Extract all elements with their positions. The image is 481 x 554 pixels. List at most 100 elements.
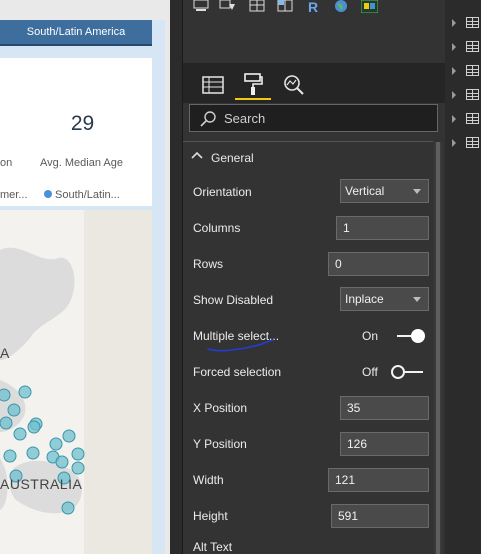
toggle-knob — [391, 365, 405, 379]
table-icon — [466, 65, 479, 76]
r-script-visual-icon[interactable]: R — [306, 0, 323, 13]
field-table-item[interactable] — [445, 63, 481, 79]
map-marker — [27, 420, 41, 434]
expand-arrow-icon — [452, 91, 456, 99]
field-table-item[interactable] — [445, 87, 481, 103]
multiple-select-state: On — [362, 329, 379, 343]
tab-fields[interactable] — [195, 70, 231, 100]
globe-visual-icon[interactable] — [333, 0, 350, 13]
pane-scrollbar[interactable] — [434, 142, 442, 554]
x-position-label: X Position — [193, 401, 248, 415]
map-marker — [0, 416, 13, 430]
map-marker — [71, 447, 85, 461]
legend-fragment: mer... — [0, 189, 28, 201]
rows-label: Rows — [193, 257, 224, 271]
legend-item[interactable]: South/Latin... — [44, 189, 120, 201]
forced-selection-toggle[interactable] — [391, 364, 425, 380]
kpi-value: 29 — [70, 112, 95, 135]
orientation-label: Orientation — [193, 185, 252, 199]
report-canvas: South/Latin America 29 on Avg. Median Ag… — [0, 0, 170, 554]
map-marker — [7, 403, 21, 417]
map-marker — [18, 385, 32, 399]
report-card: South/Latin America 29 on Avg. Median Ag… — [0, 20, 165, 554]
map-marker — [49, 437, 63, 451]
underline-annotation — [207, 339, 274, 352]
map-ocean-band — [84, 210, 152, 554]
map-region-label-australia: AUSTRALIA — [0, 476, 83, 492]
map-marker — [62, 429, 76, 443]
visual-type-strip: R — [183, 0, 446, 18]
section-general-header[interactable]: General — [183, 141, 433, 171]
expand-arrow-icon — [452, 139, 456, 147]
width-input[interactable]: 121 — [328, 468, 429, 492]
visualizations-pane: R General Orientation Vertical Columns 1… — [182, 0, 446, 554]
expand-arrow-icon — [452, 115, 456, 123]
map-region-label: A — [0, 345, 10, 361]
map-marker — [0, 388, 11, 402]
tab-format[interactable] — [235, 70, 271, 100]
width-label: Width — [193, 473, 224, 487]
search-input[interactable] — [224, 109, 424, 127]
search-icon — [200, 111, 216, 127]
table-icon — [466, 17, 479, 28]
field-table-item[interactable] — [445, 135, 481, 151]
rows-input[interactable]: 0 — [328, 252, 429, 276]
table-icon — [466, 113, 479, 124]
section-title: General — [211, 151, 254, 165]
magnifier-chart-icon — [284, 75, 304, 95]
map-marker — [61, 501, 75, 515]
forced-selection-state: Off — [362, 365, 378, 379]
legend-item-label: South/Latin... — [55, 189, 120, 201]
show-disabled-label: Show Disabled — [193, 293, 274, 307]
map-marker — [26, 446, 40, 460]
map-marker — [55, 455, 69, 469]
matrix-visual-icon[interactable] — [277, 0, 294, 13]
fields-grid-icon — [202, 76, 224, 94]
field-table-item[interactable] — [445, 39, 481, 55]
expand-arrow-icon — [452, 43, 456, 51]
table-icon — [466, 41, 479, 52]
chevron-up-icon — [191, 151, 203, 159]
custom-visual-icon[interactable] — [361, 0, 378, 13]
fields-list — [445, 0, 481, 554]
scrollbar-thumb[interactable] — [436, 142, 440, 554]
orientation-dropdown[interactable]: Vertical — [340, 179, 429, 203]
card-title[interactable]: South/Latin America — [0, 20, 152, 46]
paint-roller-icon — [244, 73, 263, 95]
table-visual-icon[interactable] — [249, 0, 266, 13]
multiple-select-toggle[interactable] — [391, 328, 425, 344]
toggle-knob — [411, 329, 425, 343]
map-graphic — [0, 210, 152, 554]
forced-selection-label: Forced selection — [193, 365, 282, 379]
field-table-item[interactable] — [445, 15, 481, 31]
svg-text:R: R — [308, 0, 318, 13]
y-position-label: Y Position — [193, 437, 247, 451]
search-box — [189, 104, 438, 132]
map-land — [0, 247, 75, 360]
kpi-label-fragment: on — [0, 157, 13, 169]
pane-tab-bar — [183, 63, 446, 103]
dropdown-caret-icon — [413, 189, 421, 194]
tab-analytics[interactable] — [275, 70, 311, 100]
columns-label: Columns — [193, 221, 241, 235]
alt-text-label: Alt Text — [193, 540, 233, 554]
show-disabled-value: Inplace — [345, 292, 384, 306]
y-position-input[interactable]: 126 — [340, 432, 429, 456]
columns-input[interactable]: 1 — [336, 216, 429, 240]
map-visual[interactable]: A AUSTRALIA — [0, 210, 152, 554]
height-label: Height — [193, 509, 228, 523]
map-marker — [13, 427, 27, 441]
table-icon — [466, 137, 479, 148]
field-table-item[interactable] — [445, 111, 481, 127]
orientation-value: Vertical — [345, 184, 385, 198]
map-marker — [71, 461, 85, 475]
show-disabled-dropdown[interactable]: Inplace — [340, 287, 429, 311]
toggle-track — [405, 371, 423, 373]
dropdown-caret-icon — [413, 297, 421, 302]
kpi-label: Avg. Median Age — [40, 157, 123, 169]
x-position-input[interactable]: 35 — [340, 396, 429, 420]
slicer-visual-icon[interactable] — [219, 0, 236, 13]
height-input[interactable]: 591 — [331, 504, 429, 528]
legend-dot-icon — [44, 190, 52, 198]
card-visual-icon[interactable] — [193, 0, 210, 13]
